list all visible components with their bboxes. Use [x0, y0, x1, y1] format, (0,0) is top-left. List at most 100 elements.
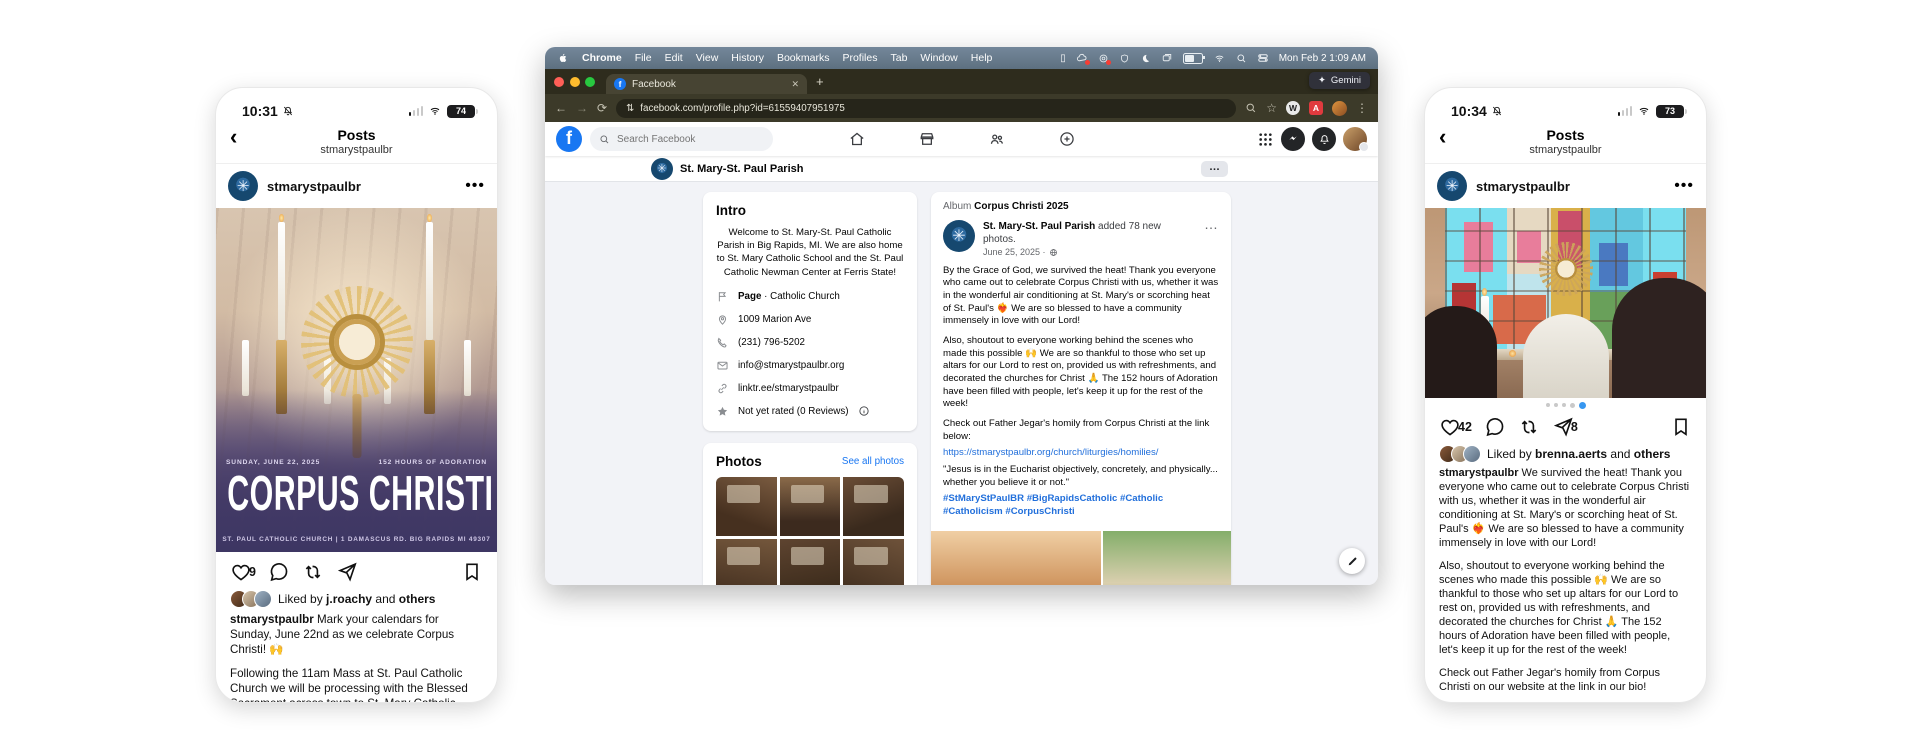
home-icon[interactable]	[848, 130, 866, 148]
forward-nav-icon[interactable]: →	[576, 101, 588, 115]
address-bar[interactable]: ⇅ facebook.com/profile.php?id=6155940795…	[616, 98, 1237, 118]
liker-name[interactable]: brenna.aerts	[1535, 447, 1607, 461]
mac-menu-bar: Chrome File Edit View History Bookmarks …	[545, 47, 1378, 69]
share-icon[interactable]	[336, 561, 358, 583]
menu-window[interactable]: Window	[920, 52, 957, 64]
marketplace-icon[interactable]	[918, 130, 936, 148]
info-icon[interactable]	[858, 405, 870, 417]
bookmark-icon[interactable]	[1670, 416, 1692, 438]
comment-icon[interactable]	[268, 561, 290, 583]
page-more-button[interactable]: …	[1201, 160, 1228, 177]
avatar[interactable]: ✳	[228, 171, 258, 201]
focus-moon-icon[interactable]	[1140, 53, 1151, 64]
site-settings-icon[interactable]: ⇅	[626, 103, 634, 114]
post-photo-grid: +74	[931, 530, 1231, 585]
homily-link[interactable]: https://stmarystpaulbr.org/church/liturg…	[943, 447, 1158, 458]
post-date[interactable]: June 25, 2025 ·	[983, 247, 1046, 259]
cloud-status-icon[interactable]	[1076, 52, 1090, 65]
window-controls[interactable]	[554, 76, 595, 87]
menubar-wifi-icon[interactable]	[1213, 53, 1226, 64]
shield-status-icon[interactable]	[1119, 53, 1130, 64]
extension-w-icon[interactable]: W	[1286, 101, 1300, 115]
photo-thumbnail[interactable]	[716, 476, 777, 536]
post-image-corpus-christi-poster[interactable]: SUNDAY, JUNE 22, 2025 152 HOURS OF ADORA…	[216, 208, 497, 552]
extension-adobe-icon[interactable]: A	[1309, 101, 1323, 115]
new-tab-button[interactable]: +	[816, 74, 824, 89]
menu-file[interactable]: File	[635, 52, 652, 64]
apps-menu-icon[interactable]	[1257, 131, 1274, 148]
post-options-icon[interactable]: •••	[465, 177, 485, 195]
liked-by-row: Liked by brenna.aerts and others	[1425, 443, 1706, 466]
back-button[interactable]: ‹	[1439, 126, 1446, 148]
url-text: facebook.com/profile.php?id=615594079519…	[640, 102, 845, 114]
gemini-button[interactable]: ✦ Gemini	[1308, 72, 1370, 89]
create-icon[interactable]	[1058, 130, 1076, 148]
notifications-icon[interactable]	[1312, 127, 1336, 151]
post-options-icon[interactable]: •••	[1674, 177, 1694, 195]
comment-icon[interactable]	[1484, 416, 1506, 438]
facebook-logo[interactable]: f	[556, 126, 582, 152]
website-link[interactable]: linktr.ee/stmarystpaulbr	[738, 383, 839, 394]
bookmark-star-icon[interactable]: ☆	[1266, 101, 1277, 115]
close-tab-icon[interactable]: ✕	[791, 79, 799, 90]
control-center-icon[interactable]	[1257, 52, 1269, 64]
post-caption: stmarystpaulbr We survived the heat! Tha…	[1439, 467, 1690, 693]
menu-bookmarks[interactable]: Bookmarks	[777, 52, 830, 64]
liker-name[interactable]: j.roachy	[326, 592, 372, 606]
photo-thumbnail[interactable]	[779, 476, 841, 536]
post-username[interactable]: stmarystpaulbr	[1476, 179, 1570, 194]
toolbar-search-icon[interactable]	[1245, 102, 1257, 114]
post-image-adoration-photo[interactable]	[1425, 208, 1706, 398]
post-photo[interactable]	[931, 530, 1101, 585]
photo-thumbnail[interactable]	[716, 538, 777, 585]
menu-help[interactable]: Help	[971, 52, 993, 64]
post-author-link[interactable]: St. Mary-St. Paul Parish	[983, 221, 1095, 232]
menu-edit[interactable]: Edit	[665, 52, 683, 64]
menu-chrome[interactable]: Chrome	[582, 52, 622, 64]
status-pill-icon[interactable]: ▯	[1060, 53, 1066, 64]
post-menu-icon[interactable]: …	[1204, 217, 1219, 232]
hashtags[interactable]: #StMaryStPaulBR #BigRapidsCatholic #Cath…	[943, 493, 1163, 517]
page-avatar[interactable]: ✳	[651, 157, 673, 180]
page-name[interactable]: St. Mary-St. Paul Parish	[680, 163, 803, 175]
groups-icon[interactable]	[988, 130, 1006, 148]
caption-username[interactable]: stmarystpaulbr	[230, 613, 314, 626]
search-input[interactable]	[615, 132, 739, 146]
photo-thumbnail[interactable]	[843, 476, 904, 536]
profile-avatar[interactable]	[1332, 100, 1347, 116]
menu-tab[interactable]: Tab	[890, 52, 907, 64]
record-status-icon[interactable]	[1098, 53, 1111, 65]
see-all-photos-link[interactable]: See all photos	[842, 456, 904, 467]
post-page-avatar[interactable]: ✳	[943, 220, 975, 252]
repost-icon[interactable]	[1518, 416, 1540, 438]
facebook-search[interactable]	[590, 127, 773, 151]
reload-icon[interactable]: ⟳	[597, 101, 607, 115]
carousel-dots[interactable]	[1425, 398, 1706, 412]
post-photo[interactable]	[1102, 530, 1231, 585]
edit-fab-button[interactable]	[1339, 548, 1365, 574]
caption-username[interactable]: stmarystpaulbr	[1439, 467, 1518, 479]
spotlight-icon[interactable]	[1236, 53, 1247, 64]
bookmark-icon[interactable]	[461, 561, 483, 583]
like-count[interactable]: 9	[249, 565, 256, 579]
menu-view[interactable]: View	[696, 52, 719, 64]
share-count[interactable]: 8	[1571, 420, 1578, 434]
back-nav-icon[interactable]: ←	[555, 101, 567, 115]
photo-thumbnail[interactable]	[843, 538, 904, 585]
messenger-icon[interactable]	[1281, 127, 1305, 151]
menu-profiles[interactable]: Profiles	[842, 52, 877, 64]
album-name-link[interactable]: Corpus Christi 2025	[974, 201, 1068, 212]
back-button[interactable]: ‹	[230, 126, 237, 148]
photo-thumbnail[interactable]	[779, 538, 841, 585]
apple-menu-icon[interactable]	[557, 52, 569, 64]
repost-icon[interactable]	[302, 561, 324, 583]
menu-history[interactable]: History	[731, 52, 764, 64]
account-avatar[interactable]	[1343, 127, 1369, 152]
stage-manager-icon[interactable]	[1161, 52, 1173, 64]
tab-facebook[interactable]: f Facebook ✕	[606, 74, 807, 94]
avatar[interactable]: ✳	[1437, 171, 1467, 201]
post-username[interactable]: stmarystpaulbr	[267, 179, 361, 194]
browser-menu-icon[interactable]: ⋮	[1356, 101, 1368, 115]
menubar-clock[interactable]: Mon Feb 2 1:09 AM	[1279, 53, 1366, 64]
like-count[interactable]: 42	[1458, 420, 1472, 434]
